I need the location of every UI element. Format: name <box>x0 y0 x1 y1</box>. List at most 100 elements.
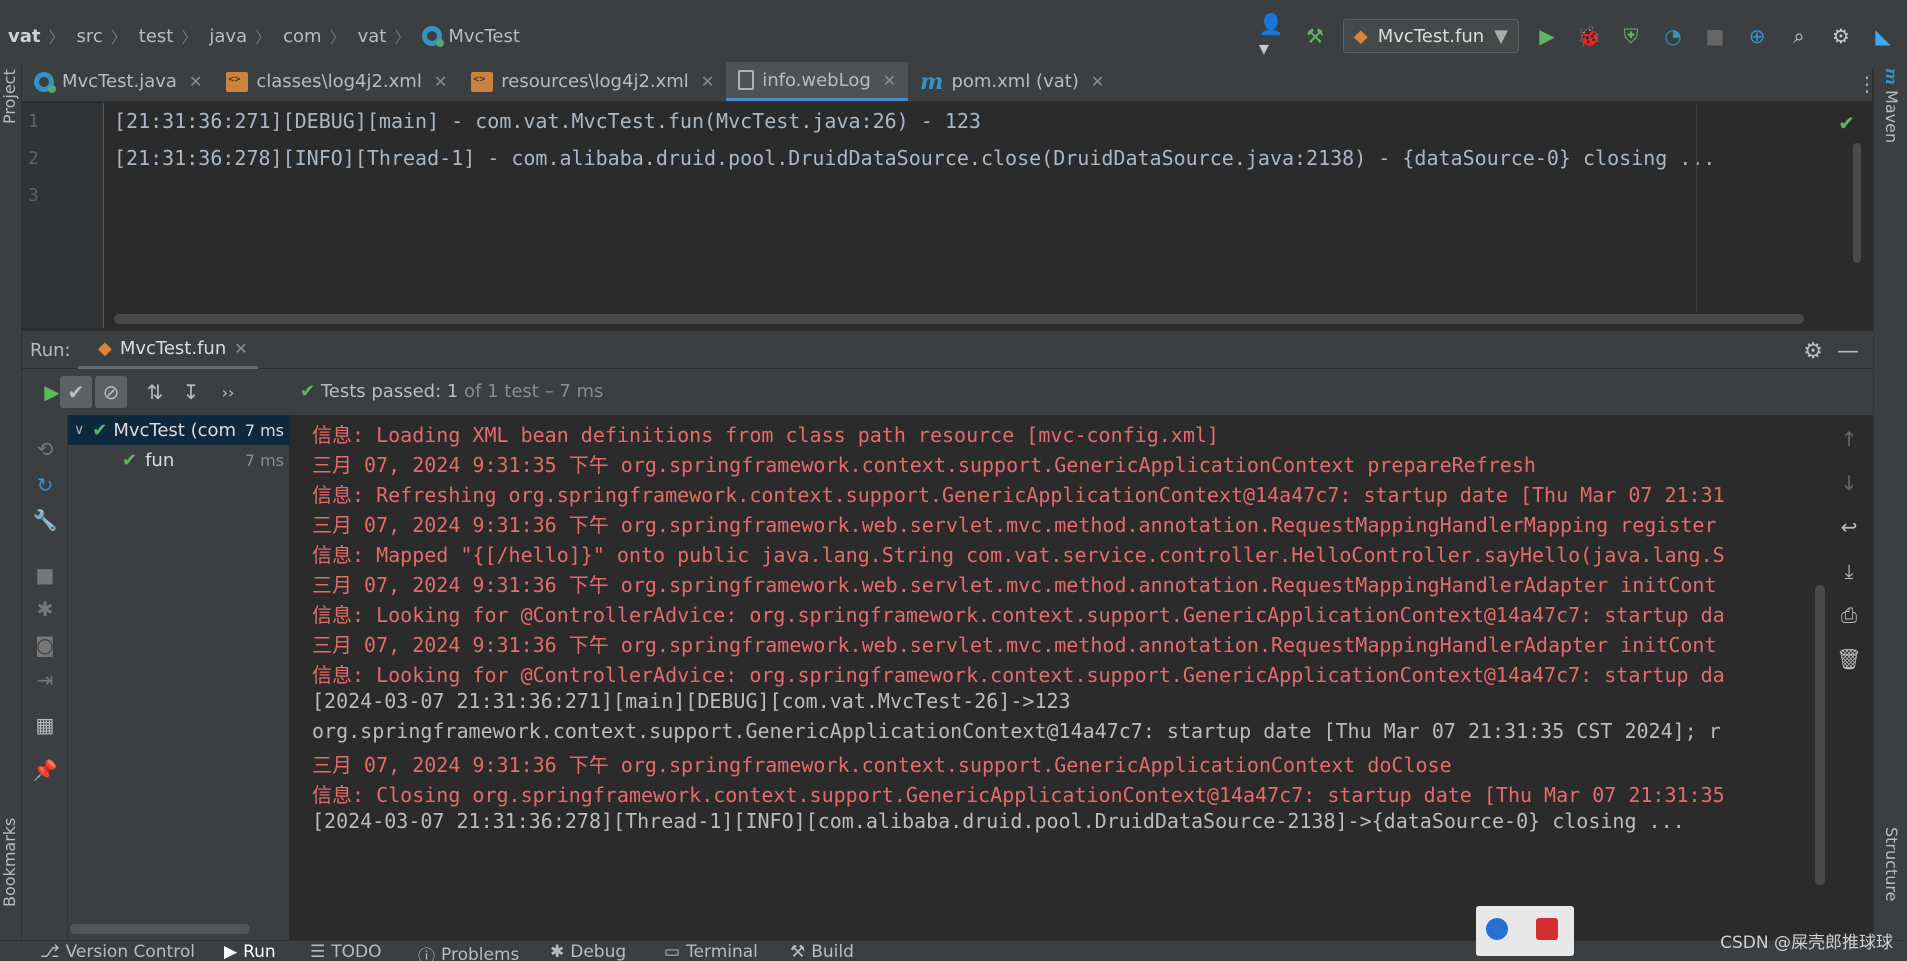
tab-classes-log4j2-xml[interactable]: classes\log4j2.xml ✕ <box>214 62 459 101</box>
close-icon[interactable]: ✕ <box>701 72 714 91</box>
console-line[interactable]: 信息: Looking for @ControllerAdvice: org.s… <box>312 599 1725 628</box>
console-line[interactable]: 三月 07, 2024 9:31:36 下午 org.springframewo… <box>312 569 1717 598</box>
editor-area[interactable]: 1 2 3 [21:31:36:271][DEBUG][main] - com.… <box>22 103 1873 328</box>
problems-tool-button[interactable]: ⓘ Problems <box>418 942 519 961</box>
gear-icon[interactable]: ⚙ <box>1827 22 1855 50</box>
arrow-down-icon[interactable]: ↓ <box>1835 469 1863 497</box>
run-tab-mvctest-fun[interactable]: ◆ MvcTest.fun ✕ <box>78 331 258 369</box>
console-line[interactable]: 信息: Closing org.springframework.context.… <box>312 779 1725 808</box>
build-hammer-icon[interactable]: ⚒ <box>1301 22 1329 50</box>
bookmarks-tool-button[interactable]: Bookmarks <box>0 802 22 922</box>
bottom-label: Run <box>243 942 276 961</box>
tab-pom-xml[interactable]: m pom.xml (vat) ✕ <box>908 62 1116 101</box>
tree-horizontal-scrollbar[interactable] <box>70 924 250 934</box>
console-line[interactable]: 信息: Looking for @ControllerAdvice: org.s… <box>312 659 1725 688</box>
version-control-tool-button[interactable]: ⎇ Version Control <box>40 942 195 961</box>
debug-bug-icon[interactable]: 🐞 <box>1575 22 1603 50</box>
show-ignored-toggle[interactable]: ⊘ <box>95 376 127 408</box>
bottom-label: Debug <box>570 942 627 961</box>
help-search-icon[interactable]: ⊕ <box>1743 22 1771 50</box>
debug-tool-button[interactable]: ✱ Debug <box>550 942 626 961</box>
run-with-coverage-icon[interactable]: ⛨ <box>1617 22 1645 50</box>
chevron-down-icon[interactable]: ∨ <box>74 422 84 438</box>
structure-tool-button[interactable]: Structure <box>1882 827 1901 901</box>
pdf-tray-icon[interactable] <box>1536 918 1558 940</box>
breadcrumb-item-src[interactable]: src <box>77 26 103 47</box>
editor-horizontal-scrollbar[interactable] <box>114 314 1804 324</box>
list-icon: ☰ <box>310 942 326 961</box>
user-account-icon[interactable]: 👤▾ <box>1259 12 1287 60</box>
run-icon[interactable]: ▶ <box>1533 22 1561 50</box>
console-output[interactable]: 信息: Loading XML bean definitions from cl… <box>290 415 1825 940</box>
tab-resources-log4j2-xml[interactable]: resources\log4j2.xml ✕ <box>459 62 726 101</box>
wrench-icon[interactable]: 🔧 <box>31 506 59 534</box>
code-line[interactable]: [21:31:36:278][INFO][Thread-1] - com.ali… <box>114 146 1715 170</box>
console-line[interactable]: 三月 07, 2024 9:31:36 下午 org.springframewo… <box>312 749 1452 778</box>
console-line[interactable]: 三月 07, 2024 9:31:35 下午 org.springframewo… <box>312 449 1536 478</box>
editor-vertical-scrollbar[interactable] <box>1853 143 1861 263</box>
console-vertical-scrollbar[interactable] <box>1815 585 1825 885</box>
minimize-icon[interactable]: — <box>1837 339 1859 364</box>
maven-tool-button[interactable]: m Maven <box>1882 68 1901 143</box>
show-passed-toggle[interactable]: ✔ <box>60 376 92 408</box>
sort-by-duration-icon[interactable]: ↧ <box>175 376 207 408</box>
run-panel-header: Run: ◆ MvcTest.fun ✕ ⚙ — <box>22 330 1873 369</box>
close-icon[interactable]: ✕ <box>189 72 202 91</box>
inspection-ok-icon[interactable]: ✔ <box>1838 111 1855 135</box>
console-line[interactable]: 信息: Loading XML bean definitions from cl… <box>312 419 1219 448</box>
tree-item-fun[interactable]: ✔ fun 7 ms <box>68 445 290 475</box>
ide-logo-icon[interactable]: ◣ <box>1869 22 1897 50</box>
scroll-to-end-icon[interactable]: ⤓ <box>1835 557 1863 585</box>
floating-taskbar-widget[interactable] <box>1476 906 1574 956</box>
search-icon[interactable]: ⌕ <box>1785 22 1813 50</box>
terminal-tool-button[interactable]: ▭ Terminal <box>664 942 758 961</box>
stop-icon[interactable]: ■ <box>31 561 59 589</box>
gear-icon[interactable]: ⚙ <box>1803 339 1823 364</box>
console-line[interactable]: 三月 07, 2024 9:31:36 下午 org.springframewo… <box>312 629 1717 658</box>
build-tool-button[interactable]: ⚒ Build <box>790 942 854 961</box>
camera-icon[interactable]: ◙ <box>31 631 59 659</box>
print-icon[interactable]: ⎙ <box>1835 601 1863 629</box>
app-tray-icon[interactable] <box>1486 918 1508 940</box>
more-tabs-icon[interactable]: ⋮ <box>1857 72 1877 96</box>
breadcrumb-item-test[interactable]: test <box>139 26 174 47</box>
build-hammer-icon: ⚒ <box>790 942 806 961</box>
project-tool-button[interactable]: Project <box>0 62 22 132</box>
todo-tool-button[interactable]: ☰ TODO <box>310 942 382 961</box>
close-icon[interactable]: ✕ <box>1091 72 1104 91</box>
breadcrumb-item-mvctest[interactable]: MvcTest <box>448 26 520 47</box>
tree-item-mvctest[interactable]: ∨ ✔ MvcTest (com 7 ms <box>68 415 290 445</box>
profiler-icon[interactable]: ◔ <box>1659 22 1687 50</box>
tree-item-time: 7 ms <box>244 450 284 470</box>
debug-bug-icon[interactable]: ✱ <box>31 595 59 623</box>
code-line[interactable]: [21:31:36:271][DEBUG][main] - com.vat.Mv… <box>114 109 981 133</box>
breadcrumb-item-java[interactable]: java <box>209 26 247 47</box>
console-line[interactable]: org.springframework.context.support.Gene… <box>312 719 1721 743</box>
toggle-auto-test-icon[interactable]: ⟲ <box>31 435 59 463</box>
arrow-up-icon[interactable]: ↑ <box>1835 425 1863 453</box>
close-icon[interactable]: ✕ <box>883 71 896 90</box>
console-line[interactable]: [2024-03-07 21:31:36:278][Thread-1][INFO… <box>312 809 1685 833</box>
layout-icon[interactable]: ▦ <box>31 711 59 739</box>
sort-alphabetically-icon[interactable]: ⇅ <box>139 376 171 408</box>
console-line[interactable]: [2024-03-07 21:31:36:271][main][DEBUG][c… <box>312 689 1071 713</box>
close-icon[interactable]: ✕ <box>234 339 247 358</box>
pin-icon[interactable]: 📌 <box>31 756 59 784</box>
tab-info-weblog[interactable]: info.webLog ✕ <box>726 62 909 101</box>
breadcrumb-item-vat-package[interactable]: vat <box>358 26 387 47</box>
breadcrumb-item-vat[interactable]: vat <box>8 26 40 47</box>
trash-icon[interactable]: 🗑 <box>1835 645 1863 673</box>
console-line[interactable]: 信息: Mapped "{[/hello]}" onto public java… <box>312 539 1725 568</box>
console-line[interactable]: 信息: Refreshing org.springframework.conte… <box>312 479 1725 508</box>
stop-icon[interactable]: ■ <box>1701 22 1729 50</box>
more-actions-icon[interactable]: ›› <box>212 376 244 408</box>
rerun-failed-icon[interactable]: ↻ <box>31 471 59 499</box>
tab-mvctest-java[interactable]: MvcTest.java ✕ <box>22 62 214 101</box>
close-icon[interactable]: ✕ <box>434 72 447 91</box>
exit-icon[interactable]: ⇥ <box>31 666 59 694</box>
soft-wrap-icon[interactable]: ↩ <box>1835 513 1863 541</box>
run-tool-button[interactable]: ▶ Run <box>224 942 276 961</box>
breadcrumb-item-com[interactable]: com <box>283 26 321 47</box>
run-configuration-select[interactable]: ◆ MvcTest.fun ▼ <box>1342 19 1519 53</box>
console-line[interactable]: 三月 07, 2024 9:31:36 下午 org.springframewo… <box>312 509 1717 538</box>
